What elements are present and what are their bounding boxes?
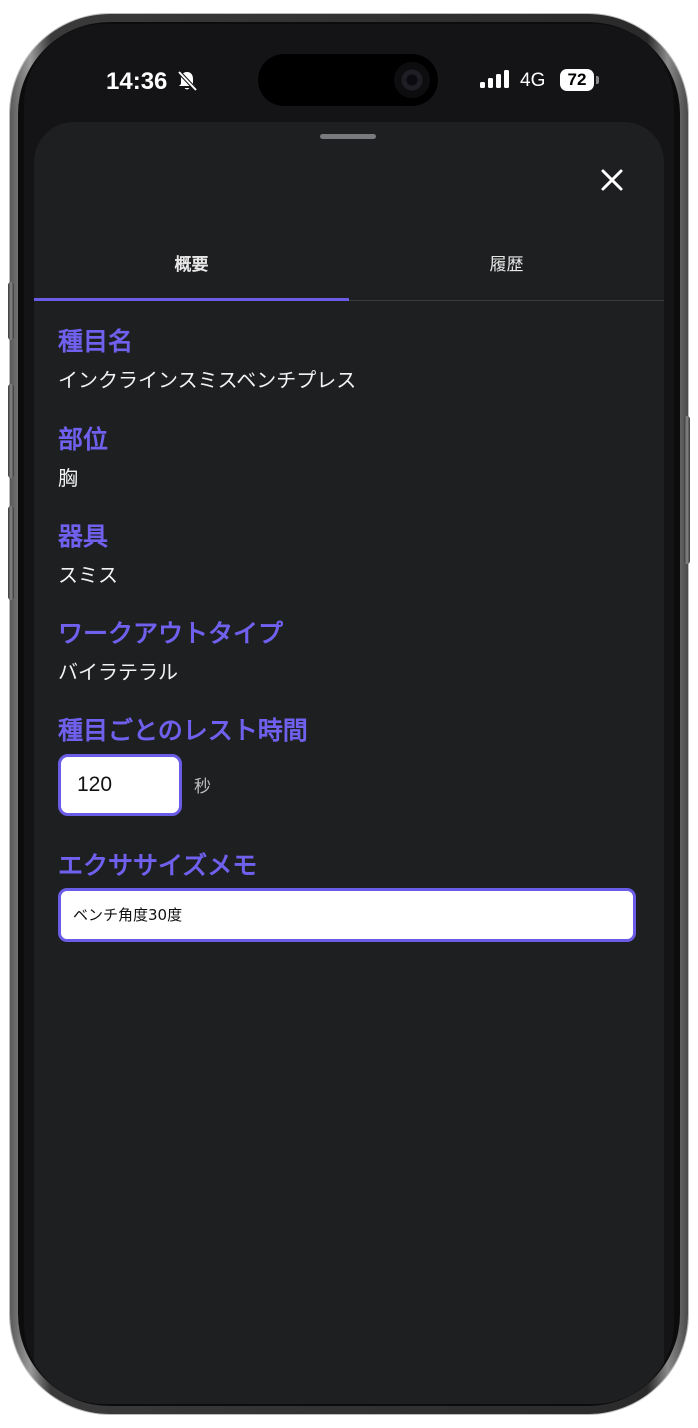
exercise-detail-sheet: 概要 履歴 種目名 インクラインスミスベンチプレス 部位 胸 器具 スミス ワー… (34, 122, 664, 1404)
rest-time-unit: 秒 (194, 777, 211, 797)
tab-overview[interactable]: 概要 (34, 234, 349, 300)
exercise-name-label: 種目名 (58, 327, 134, 356)
tab-bar: 概要 履歴 (34, 234, 664, 301)
close-icon[interactable] (592, 160, 632, 200)
front-camera (394, 62, 430, 98)
workout-type-value: バイラテラル (58, 660, 178, 684)
tab-history[interactable]: 履歴 (349, 234, 664, 300)
body-part-value: 胸 (58, 466, 78, 490)
bell-slash-icon (177, 70, 198, 92)
equipment-label: 器具 (58, 522, 109, 551)
workout-type-label: ワークアウトタイプ (58, 619, 284, 648)
exercise-name-value: インクラインスミスベンチプレス (58, 368, 357, 392)
body-part-label: 部位 (58, 425, 109, 454)
memo-label: エクササイズメモ (58, 851, 258, 880)
active-tab-indicator (34, 298, 349, 301)
status-time: 14:36 (106, 68, 168, 95)
volume-down-button (8, 506, 14, 600)
screen: 14:36 4G 72 概要 履歴 種目名 インクラインスミスベンチプレス 部位… (24, 24, 674, 1404)
network-type: 4G (520, 70, 546, 91)
rest-time-label: 種目ごとのレスト時間 (58, 716, 308, 745)
sheet-grabber[interactable] (320, 134, 376, 139)
battery-cap (596, 76, 599, 84)
equipment-value: スミス (58, 563, 118, 587)
volume-up-button (8, 384, 14, 478)
cellular-signal-icon (480, 70, 509, 88)
power-button (684, 416, 690, 564)
rest-time-input[interactable]: 120 (58, 754, 182, 816)
battery-indicator: 72 (560, 69, 594, 91)
exercise-memo-field[interactable]: ベンチ角度30度 (58, 888, 636, 942)
action-button (8, 282, 14, 340)
